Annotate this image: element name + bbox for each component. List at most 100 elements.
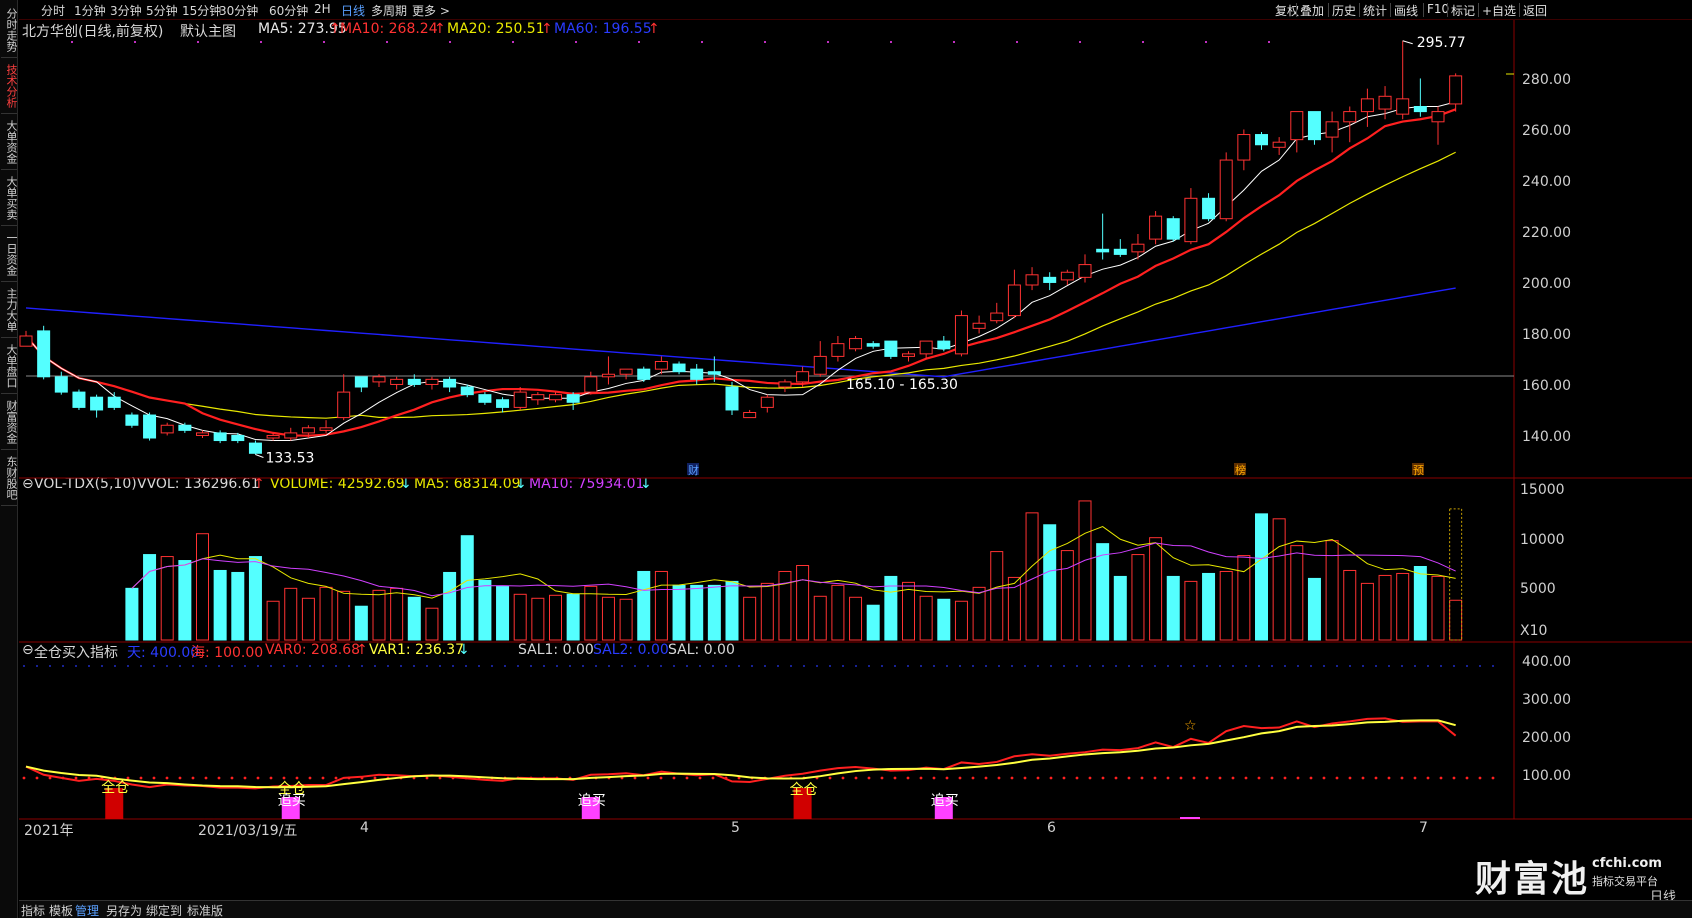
tian-line-dot	[387, 665, 389, 667]
hai-line-dot	[126, 776, 130, 780]
candle-body	[796, 371, 810, 383]
tian-line-dot	[1037, 665, 1039, 667]
tian-line-dot	[1284, 665, 1286, 667]
tian-line-dot	[1453, 665, 1455, 667]
tian-line-dot	[712, 665, 714, 667]
hai-line-dot	[139, 776, 143, 780]
volume-bar	[619, 598, 633, 641]
candle-body	[196, 432, 209, 436]
candle-body	[1007, 284, 1021, 317]
tian-line-dot	[374, 665, 376, 667]
range-annotation: 165.10 - 165.30	[846, 377, 958, 393]
hai-line-dot	[880, 776, 884, 780]
bottom-tab-5[interactable]: 标准版	[187, 902, 223, 918]
volume-bar	[425, 607, 439, 641]
candle-body	[1307, 111, 1321, 141]
volume-bar	[319, 586, 333, 641]
hai-line-dot	[1023, 776, 1027, 780]
candle-body	[54, 376, 68, 393]
candle-body	[584, 376, 598, 393]
volume-bar	[566, 593, 580, 641]
dot-marker	[71, 41, 73, 43]
tian-line-dot	[23, 665, 25, 667]
kline-chart[interactable]: 全仓 全仓追买 追买全仓追买☆ 295.77133.53165.10 - 165.3…	[0, 0, 1692, 918]
candle-body	[1184, 197, 1198, 243]
volume-bar	[1078, 500, 1092, 641]
candle-body	[266, 434, 280, 439]
tian-line-dot	[530, 665, 532, 667]
dot-marker	[890, 41, 892, 43]
candle-body	[478, 394, 492, 403]
hai-line-dot	[867, 776, 871, 780]
volume-bar	[143, 554, 157, 641]
candle-body	[637, 368, 651, 380]
volume-bar	[390, 587, 404, 641]
bottom-tab-3[interactable]: 另存为	[106, 902, 142, 918]
tian-line-dot	[829, 665, 831, 667]
tian-line-dot	[1258, 665, 1260, 667]
candle-body	[248, 442, 262, 454]
tian-line-dot	[647, 665, 649, 667]
candle-body	[619, 368, 633, 375]
hai-line-dot	[1374, 776, 1378, 780]
bottom-tab-2[interactable]: 管理	[75, 902, 99, 918]
volume-bar	[584, 585, 598, 641]
volume-bar	[213, 569, 227, 641]
hai-line-dot	[1257, 776, 1261, 780]
candle-body	[849, 338, 863, 350]
volume-bar	[1113, 575, 1127, 641]
hai-line-dot	[1400, 776, 1404, 780]
low-annotation: 133.53	[265, 450, 314, 466]
watermark-domain: cfchi.com	[1592, 856, 1662, 871]
bottom-tab-4[interactable]: 绑定到	[146, 902, 182, 918]
candle-body	[937, 340, 951, 350]
tian-line-dot	[88, 665, 90, 667]
tian-line-dot	[1401, 665, 1403, 667]
tian-line-dot	[803, 665, 805, 667]
tian-line-dot	[101, 665, 103, 667]
volume-bar	[954, 600, 968, 641]
tian-line-dot	[1349, 665, 1351, 667]
candle-body	[1043, 276, 1057, 283]
candle-body	[954, 315, 968, 355]
volume-bar	[849, 596, 863, 641]
hai-line-dot	[1127, 776, 1131, 780]
tian-line-dot	[1245, 665, 1247, 667]
tian-line-dot	[998, 665, 1000, 667]
volume-bar	[1255, 513, 1268, 641]
candle-body	[1290, 111, 1304, 141]
dot-marker	[1268, 41, 1270, 43]
tian-line-dot	[361, 665, 363, 667]
date-tick-0: 2021年	[24, 823, 74, 839]
tian-line-dot	[1362, 665, 1364, 667]
bottom-tab-0[interactable]: 指标	[21, 902, 45, 918]
candle-body	[549, 394, 562, 401]
volume-bar	[1378, 574, 1392, 641]
candle-body	[1166, 218, 1180, 240]
bottom-bar: 指标 模板 管理 另存为 绑定到 标准版	[19, 900, 1692, 918]
hai-line-dot	[932, 776, 936, 780]
hai-line-dot	[1478, 776, 1482, 780]
hai-line-dot	[204, 776, 208, 780]
volume-bar	[760, 582, 774, 641]
tian-line-dot	[1115, 665, 1117, 667]
hai-line-dot	[1283, 776, 1287, 780]
dot-marker	[638, 41, 640, 43]
tian-line-dot	[1063, 665, 1065, 667]
hai-line-dot	[74, 776, 78, 780]
candle-body	[72, 391, 86, 408]
tian-line-dot	[933, 665, 935, 667]
tian-line-dot	[153, 665, 155, 667]
volume-bar	[654, 570, 668, 641]
star-marker: ☆	[1184, 718, 1197, 734]
candle-body	[866, 343, 880, 347]
dot-marker	[449, 41, 451, 43]
candle-body	[107, 396, 121, 408]
volume-bar	[1219, 570, 1233, 641]
hai-line-dot	[1049, 776, 1053, 780]
candle-body	[425, 378, 439, 385]
tian-line-dot	[270, 665, 272, 667]
bottom-tab-1[interactable]: 模板	[49, 902, 73, 918]
candle-body	[319, 427, 333, 431]
date-tick-3: 5	[731, 820, 740, 836]
